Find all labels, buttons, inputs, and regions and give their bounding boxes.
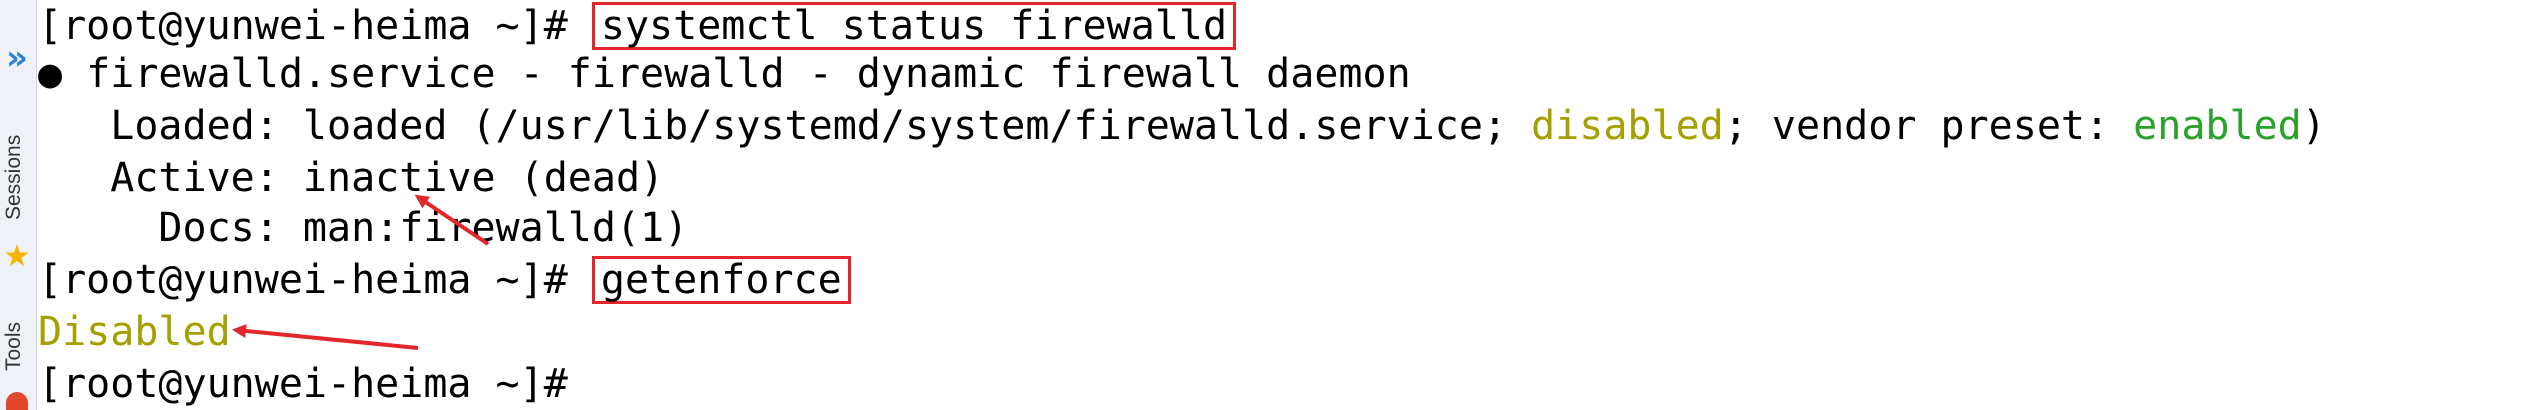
- terminal-line-1: [root@yunwei-heima ~]# systemctl status …: [38, 0, 1237, 52]
- terminal-output[interactable]: [root@yunwei-heima ~]# systemctl status …: [38, 0, 2528, 410]
- loaded-disabled-text: disabled: [1531, 103, 1724, 149]
- terminal-line-6: [root@yunwei-heima ~]# getenforce: [38, 254, 851, 306]
- star-icon[interactable]: ★: [2, 240, 32, 274]
- terminal-line-3: Loaded: loaded (/usr/lib/systemd/system/…: [38, 100, 2326, 152]
- shell-prompt: [root@yunwei-heima ~]#: [38, 257, 592, 303]
- terminal-line-2: ● firewalld.service - firewalld - dynami…: [38, 51, 1411, 97]
- terminal-line-5-docs: Docs: man:firewalld(1): [38, 205, 689, 251]
- loaded-prefix: Loaded: loaded (/usr/lib/systemd/system/…: [38, 103, 1532, 149]
- shell-prompt: [root@yunwei-heima ~]#: [38, 3, 592, 49]
- tools-tab[interactable]: Tools: [2, 310, 32, 382]
- shell-prompt: [root@yunwei-heima ~]#: [38, 361, 592, 407]
- left-sidebar: » Sessions ★ Tools: [0, 0, 37, 410]
- terminal-line-4-active-status: Active: inactive (dead): [38, 155, 665, 201]
- highlighted-command-systemctl: systemctl status firewalld: [591, 2, 1237, 50]
- sessions-tab[interactable]: Sessions: [2, 118, 32, 236]
- double-chevron-right-icon[interactable]: »: [2, 38, 32, 78]
- vendor-preset-enabled-text: enabled: [2133, 103, 2302, 149]
- loaded-middle: ; vendor preset:: [1723, 103, 2134, 149]
- tools-icon[interactable]: [6, 392, 28, 410]
- terminal-line-8: [root@yunwei-heima ~]#: [38, 358, 592, 410]
- loaded-suffix: ): [2301, 103, 2326, 149]
- highlighted-command-getenforce: getenforce: [591, 256, 851, 304]
- terminal-line-7-selinux-status: Disabled: [38, 309, 231, 355]
